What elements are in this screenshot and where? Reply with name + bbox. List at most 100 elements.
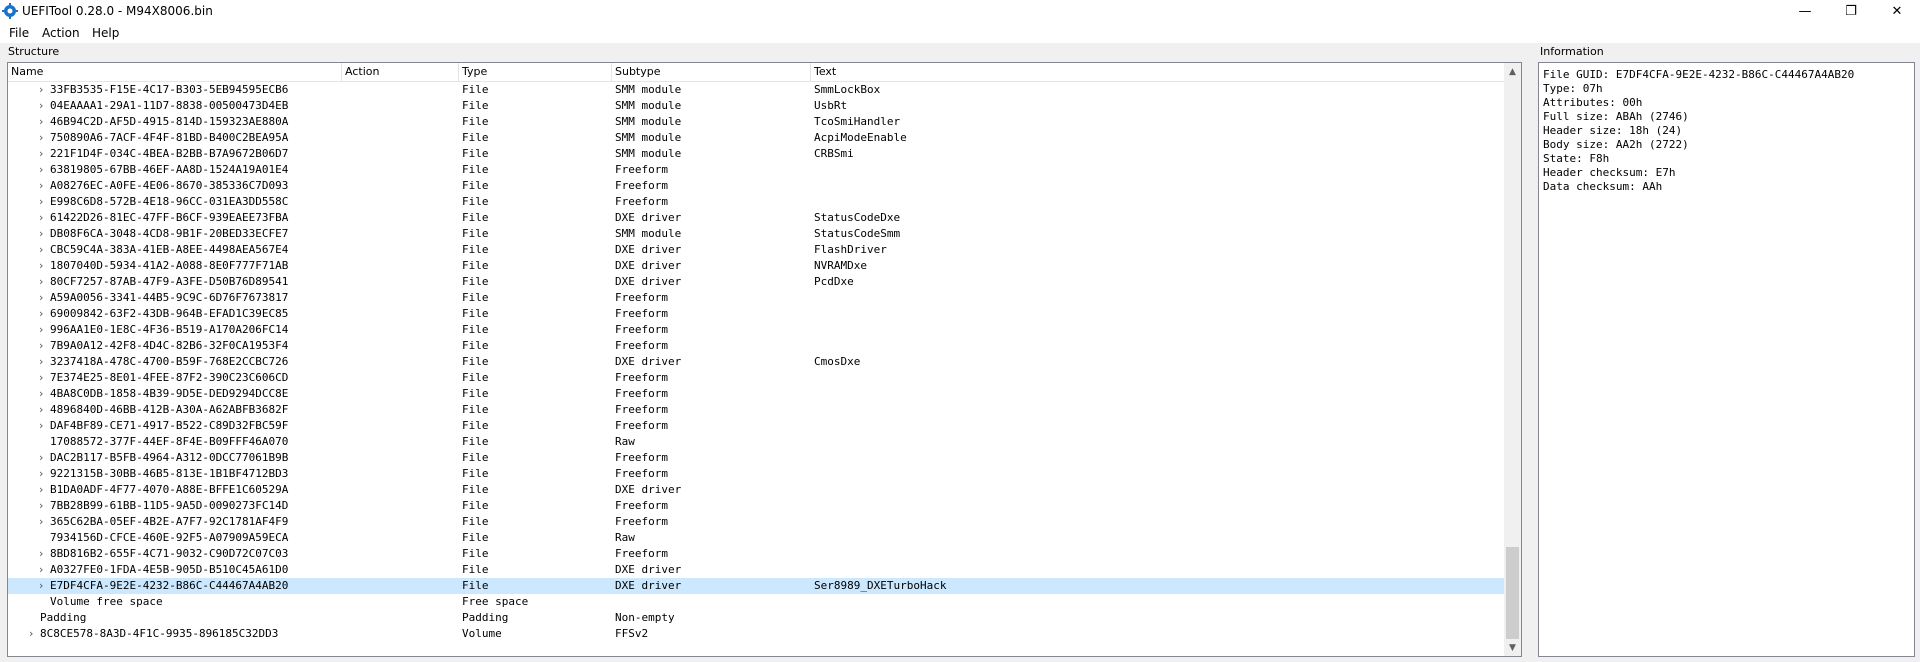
tree-row[interactable]: › 996AA1E0-1E8C-4F36-B519-A170A206FC14 Fil… bbox=[8, 322, 1504, 338]
expand-chevron-icon[interactable]: › bbox=[39, 146, 49, 162]
close-button[interactable]: ✕ bbox=[1874, 0, 1920, 22]
expand-chevron-icon[interactable]: › bbox=[39, 402, 49, 418]
tree-row[interactable]: › E7DF4CFA-9E2E-4232-B86C-C44467A4AB20 Fil… bbox=[8, 578, 1504, 594]
expand-chevron-icon[interactable]: › bbox=[39, 418, 49, 434]
vertical-scrollbar[interactable]: ▲ ▼ bbox=[1504, 63, 1521, 656]
scroll-up-arrow-icon[interactable]: ▲ bbox=[1504, 63, 1521, 80]
tree-row[interactable]: Padding Padding Non-empty bbox=[8, 610, 1504, 626]
expand-chevron-icon[interactable]: › bbox=[39, 386, 49, 402]
expand-chevron-icon[interactable]: › bbox=[39, 130, 49, 146]
column-header-subtype[interactable]: Subtype bbox=[612, 63, 811, 81]
expand-chevron-icon[interactable]: › bbox=[39, 498, 49, 514]
row-text bbox=[814, 418, 1504, 434]
row-subtype: Freeform bbox=[615, 499, 668, 512]
tree-row[interactable]: › CBC59C4A-383A-41EB-A8EE-4498AEA567E4 Fil… bbox=[8, 242, 1504, 258]
expand-chevron-icon[interactable]: › bbox=[39, 162, 49, 178]
tree-row[interactable]: 7934156D-CFCE-460E-92F5-A07909A59ECA File… bbox=[8, 530, 1504, 546]
expand-chevron-icon[interactable]: › bbox=[39, 274, 49, 290]
scroll-down-arrow-icon[interactable]: ▼ bbox=[1504, 639, 1521, 656]
tree-row[interactable]: › 4896840D-46BB-412B-A30A-A62ABFB3682F Fil… bbox=[8, 402, 1504, 418]
row-name: 46B94C2D-AF5D-4915-814D-159323AE880A bbox=[50, 115, 289, 128]
tree-row[interactable]: › 8C8CE578-8A3D-4F1C-9935-896185C32DD3 Vol… bbox=[8, 626, 1504, 642]
tree-row[interactable]: › 7E374E25-8E01-4FEE-87F2-390C23C606CD Fil… bbox=[8, 370, 1504, 386]
expand-chevron-icon[interactable]: › bbox=[39, 210, 49, 226]
expand-chevron-icon[interactable]: › bbox=[39, 578, 49, 594]
tree-row[interactable]: › 7BB28B99-61BB-11D5-9A5D-0090273FC14D Fil… bbox=[8, 498, 1504, 514]
tree-row[interactable]: › 7B9A0A12-42F8-4D4C-82B6-32F0CA1953F4 Fil… bbox=[8, 338, 1504, 354]
tree-row[interactable]: › DAF4BF89-CE71-4917-B522-C89D32FBC59F Fil… bbox=[8, 418, 1504, 434]
scrollbar-thumb[interactable] bbox=[1506, 547, 1519, 639]
maximize-button[interactable]: ❐ bbox=[1828, 0, 1874, 22]
tree-row[interactable]: › A08276EC-A0FE-4E06-8670-385336C7D093 Fil… bbox=[8, 178, 1504, 194]
tree-row[interactable]: › 3237418A-478C-4700-B59F-768E2CCBC726 Fil… bbox=[8, 354, 1504, 370]
expand-chevron-icon[interactable]: › bbox=[39, 242, 49, 258]
row-name: A0327FE0-1FDA-4E5B-905D-B510C45A61D0 bbox=[50, 563, 289, 576]
expand-chevron-icon[interactable]: › bbox=[39, 450, 49, 466]
row-type: File bbox=[462, 227, 489, 240]
expand-chevron-icon[interactable]: › bbox=[39, 226, 49, 242]
expand-chevron-icon[interactable]: › bbox=[39, 354, 49, 370]
expand-chevron-icon[interactable]: › bbox=[39, 114, 49, 130]
row-text: StatusCodeDxe bbox=[814, 211, 901, 224]
tree-row[interactable]: › 221F1D4F-034C-4BEA-B2BB-B7A9672B06D7 Fil… bbox=[8, 146, 1504, 162]
expand-chevron-icon[interactable]: › bbox=[39, 82, 49, 98]
tree-row[interactable]: 17088572-377F-44EF-8F4E-B09FFF46A070 File… bbox=[8, 434, 1504, 450]
expand-chevron-icon[interactable]: › bbox=[39, 370, 49, 386]
expand-chevron-icon[interactable]: › bbox=[39, 306, 49, 322]
tree-row[interactable]: › 8BD816B2-655F-4C71-9032-C90D72C07C03 Fil… bbox=[8, 546, 1504, 562]
expand-chevron-icon[interactable]: › bbox=[39, 338, 49, 354]
expand-chevron-icon[interactable]: › bbox=[39, 466, 49, 482]
column-header-text[interactable]: Text bbox=[811, 63, 1504, 81]
tree-row[interactable]: › 365C62BA-05EF-4B2E-A7F7-92C1781AF4F9 Fil… bbox=[8, 514, 1504, 530]
expand-chevron-icon[interactable]: › bbox=[39, 322, 49, 338]
expand-chevron-icon[interactable]: › bbox=[29, 626, 39, 642]
tree-row[interactable]: › 33FB3535-F15E-4C17-B303-5EB94595ECB6 Fil… bbox=[8, 82, 1504, 98]
row-type: File bbox=[462, 163, 489, 176]
row-name: CBC59C4A-383A-41EB-A8EE-4498AEA567E4 bbox=[50, 243, 289, 256]
structure-tree[interactable]: Name Action Type Subtype Text › 33FB3535-… bbox=[7, 62, 1522, 657]
row-name: 61422D26-81EC-47FF-B6CF-939EAEE73FBA bbox=[50, 211, 289, 224]
expand-chevron-icon[interactable]: › bbox=[39, 290, 49, 306]
expand-chevron-icon[interactable]: › bbox=[39, 482, 49, 498]
expand-chevron-icon[interactable]: › bbox=[39, 546, 49, 562]
tree-row[interactable]: › 9221315B-30BB-46B5-813E-1B1BF4712BD3 Fil… bbox=[8, 466, 1504, 482]
tree-row[interactable]: › A59A0056-3341-44B5-9C9C-6D76F7673817 Fil… bbox=[8, 290, 1504, 306]
menu-file[interactable]: File bbox=[9, 26, 29, 40]
tree-row[interactable]: › DB08F6CA-3048-4CD8-9B1F-20BED33ECFE7 Fil… bbox=[8, 226, 1504, 242]
menu-help[interactable]: Help bbox=[92, 26, 119, 40]
column-header-action[interactable]: Action bbox=[342, 63, 459, 81]
info-line: State: F8h bbox=[1543, 152, 1610, 165]
tree-row[interactable]: › 63819805-67BB-46EF-AA8D-1524A19A01E4 Fil… bbox=[8, 162, 1504, 178]
structure-label: Structure bbox=[8, 45, 60, 58]
tree-row[interactable]: › 69009842-63F2-43DB-964B-EFAD1C39EC85 Fil… bbox=[8, 306, 1504, 322]
info-line: Data checksum: AAh bbox=[1543, 180, 1663, 193]
tree-row[interactable]: › 750890A6-7ACF-4F4F-81BD-B400C2BEA95A Fil… bbox=[8, 130, 1504, 146]
tree-row[interactable]: › 04EAAAA1-29A1-11D7-8838-00500473D4EB Fil… bbox=[8, 98, 1504, 114]
tree-row[interactable]: › A0327FE0-1FDA-4E5B-905D-B510C45A61D0 Fil… bbox=[8, 562, 1504, 578]
tree-row[interactable]: › 80CF7257-87AB-47F9-A3FE-D50B76D89541 Fil… bbox=[8, 274, 1504, 290]
expand-chevron-icon[interactable]: › bbox=[39, 98, 49, 114]
expand-chevron-icon[interactable]: › bbox=[39, 258, 49, 274]
tree-row[interactable]: › 4BA8C0DB-1858-4B39-9D5E-DED9294DCC8E Fil… bbox=[8, 386, 1504, 402]
row-name: 7B9A0A12-42F8-4D4C-82B6-32F0CA1953F4 bbox=[50, 339, 289, 352]
expand-chevron-icon[interactable]: › bbox=[39, 562, 49, 578]
row-type: File bbox=[462, 467, 489, 480]
menu-action[interactable]: Action bbox=[42, 26, 80, 40]
expand-chevron-icon[interactable]: › bbox=[39, 178, 49, 194]
row-name: A59A0056-3341-44B5-9C9C-6D76F7673817 bbox=[50, 291, 289, 304]
tree-row[interactable]: Volume free space Free space bbox=[8, 594, 1504, 610]
tree-row[interactable]: › DAC2B117-B5FB-4964-A312-0DCC77061B9B Fil… bbox=[8, 450, 1504, 466]
column-header-name[interactable]: Name bbox=[8, 63, 342, 81]
minimize-button[interactable]: — bbox=[1782, 0, 1828, 22]
expand-chevron-icon[interactable]: › bbox=[39, 194, 49, 210]
tree-row[interactable]: › 61422D26-81EC-47FF-B6CF-939EAEE73FBA Fil… bbox=[8, 210, 1504, 226]
tree-row[interactable]: › E998C6D8-572B-4E18-96CC-031EA3DD558C Fil… bbox=[8, 194, 1504, 210]
row-type: File bbox=[462, 131, 489, 144]
tree-row[interactable]: › 1807040D-5934-41A2-A088-8E0F777F71AB Fil… bbox=[8, 258, 1504, 274]
row-name: A08276EC-A0FE-4E06-8670-385336C7D093 bbox=[50, 179, 289, 192]
column-header-type[interactable]: Type bbox=[459, 63, 612, 81]
tree-row[interactable]: › B1DA0ADF-4F77-4070-A88E-BFFE1C60529A Fil… bbox=[8, 482, 1504, 498]
panel-splitter[interactable] bbox=[1526, 62, 1532, 657]
expand-chevron-icon[interactable]: › bbox=[39, 514, 49, 530]
tree-row[interactable]: › 46B94C2D-AF5D-4915-814D-159323AE880A Fil… bbox=[8, 114, 1504, 130]
